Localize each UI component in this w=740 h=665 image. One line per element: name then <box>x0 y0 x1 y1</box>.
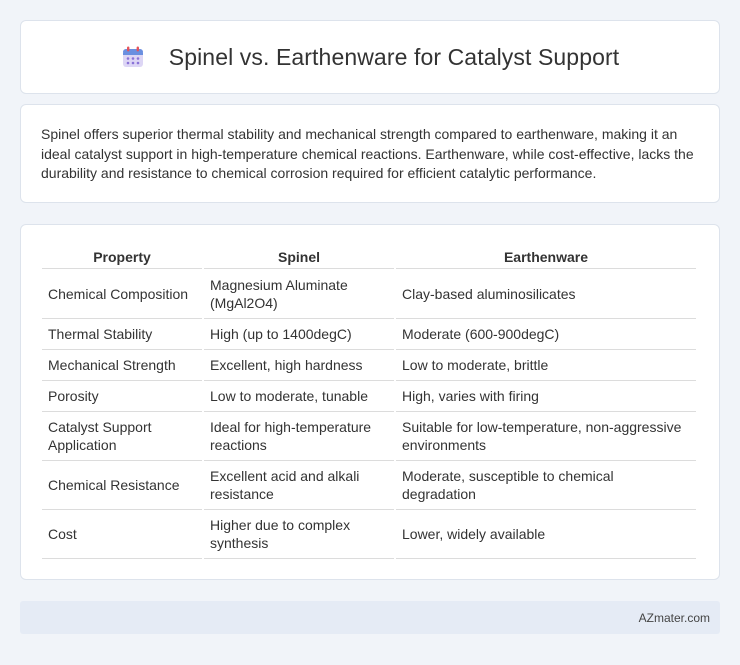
column-header-spinel: Spinel <box>204 246 394 269</box>
footer: AZmater.com <box>20 601 720 634</box>
page-title: Spinel vs. Earthenware for Catalyst Supp… <box>168 43 620 70</box>
table-row: Thermal Stability High (up to 1400degC) … <box>42 319 696 350</box>
table-row: Mechanical Strength Excellent, high hard… <box>42 350 696 381</box>
comparison-table: Property Spinel Earthenware Chemical Com… <box>40 246 698 559</box>
table-row: Cost Higher due to complex synthesis Low… <box>42 510 696 559</box>
table-row: Chemical Resistance Excellent acid and a… <box>42 461 696 510</box>
property-cell: Thermal Stability <box>42 319 202 350</box>
property-cell: Porosity <box>42 381 202 412</box>
property-cell: Chemical Composition <box>42 269 202 319</box>
spinel-cell: Low to moderate, tunable <box>204 381 394 412</box>
column-header-property: Property <box>42 246 202 269</box>
earthenware-cell: Moderate (600-900degC) <box>396 319 696 350</box>
spinel-cell: Excellent, high hardness <box>204 350 394 381</box>
property-cell: Chemical Resistance <box>42 461 202 510</box>
spinel-cell: Excellent acid and alkali resistance <box>204 461 394 510</box>
property-cell: Catalyst Support Application <box>42 412 202 461</box>
table-header-row: Property Spinel Earthenware <box>42 246 696 269</box>
earthenware-cell: Low to moderate, brittle <box>396 350 696 381</box>
footer-brand: AZmater.com <box>638 610 710 625</box>
table-row: Porosity Low to moderate, tunable High, … <box>42 381 696 412</box>
spinel-cell: High (up to 1400degC) <box>204 319 394 350</box>
earthenware-cell: Lower, widely available <box>396 510 696 559</box>
earthenware-cell: Suitable for low-temperature, non-aggres… <box>396 412 696 461</box>
calendar-icon <box>121 45 145 69</box>
property-cell: Cost <box>42 510 202 559</box>
earthenware-cell: High, varies with firing <box>396 381 696 412</box>
property-cell: Mechanical Strength <box>42 350 202 381</box>
column-header-earthenware: Earthenware <box>396 246 696 269</box>
spinel-cell: Higher due to complex synthesis <box>204 510 394 559</box>
header: Spinel vs. Earthenware for Catalyst Supp… <box>121 44 619 71</box>
spinel-cell: Ideal for high-temperature reactions <box>204 412 394 461</box>
comparison-table-card: Property Spinel Earthenware Chemical Com… <box>20 224 720 580</box>
table-row: Chemical Composition Magnesium Aluminate… <box>42 269 696 319</box>
earthenware-cell: Clay-based aluminosilicates <box>396 269 696 319</box>
earthenware-cell: Moderate, susceptible to chemical degrad… <box>396 461 696 510</box>
intro-paragraph: Spinel offers superior thermal stability… <box>41 126 694 181</box>
spinel-cell: Magnesium Aluminate (MgAl2O4) <box>204 269 394 319</box>
table-row: Catalyst Support Application Ideal for h… <box>42 412 696 461</box>
header-card: Spinel vs. Earthenware for Catalyst Supp… <box>20 20 720 94</box>
intro-card: Spinel offers superior thermal stability… <box>20 104 720 203</box>
